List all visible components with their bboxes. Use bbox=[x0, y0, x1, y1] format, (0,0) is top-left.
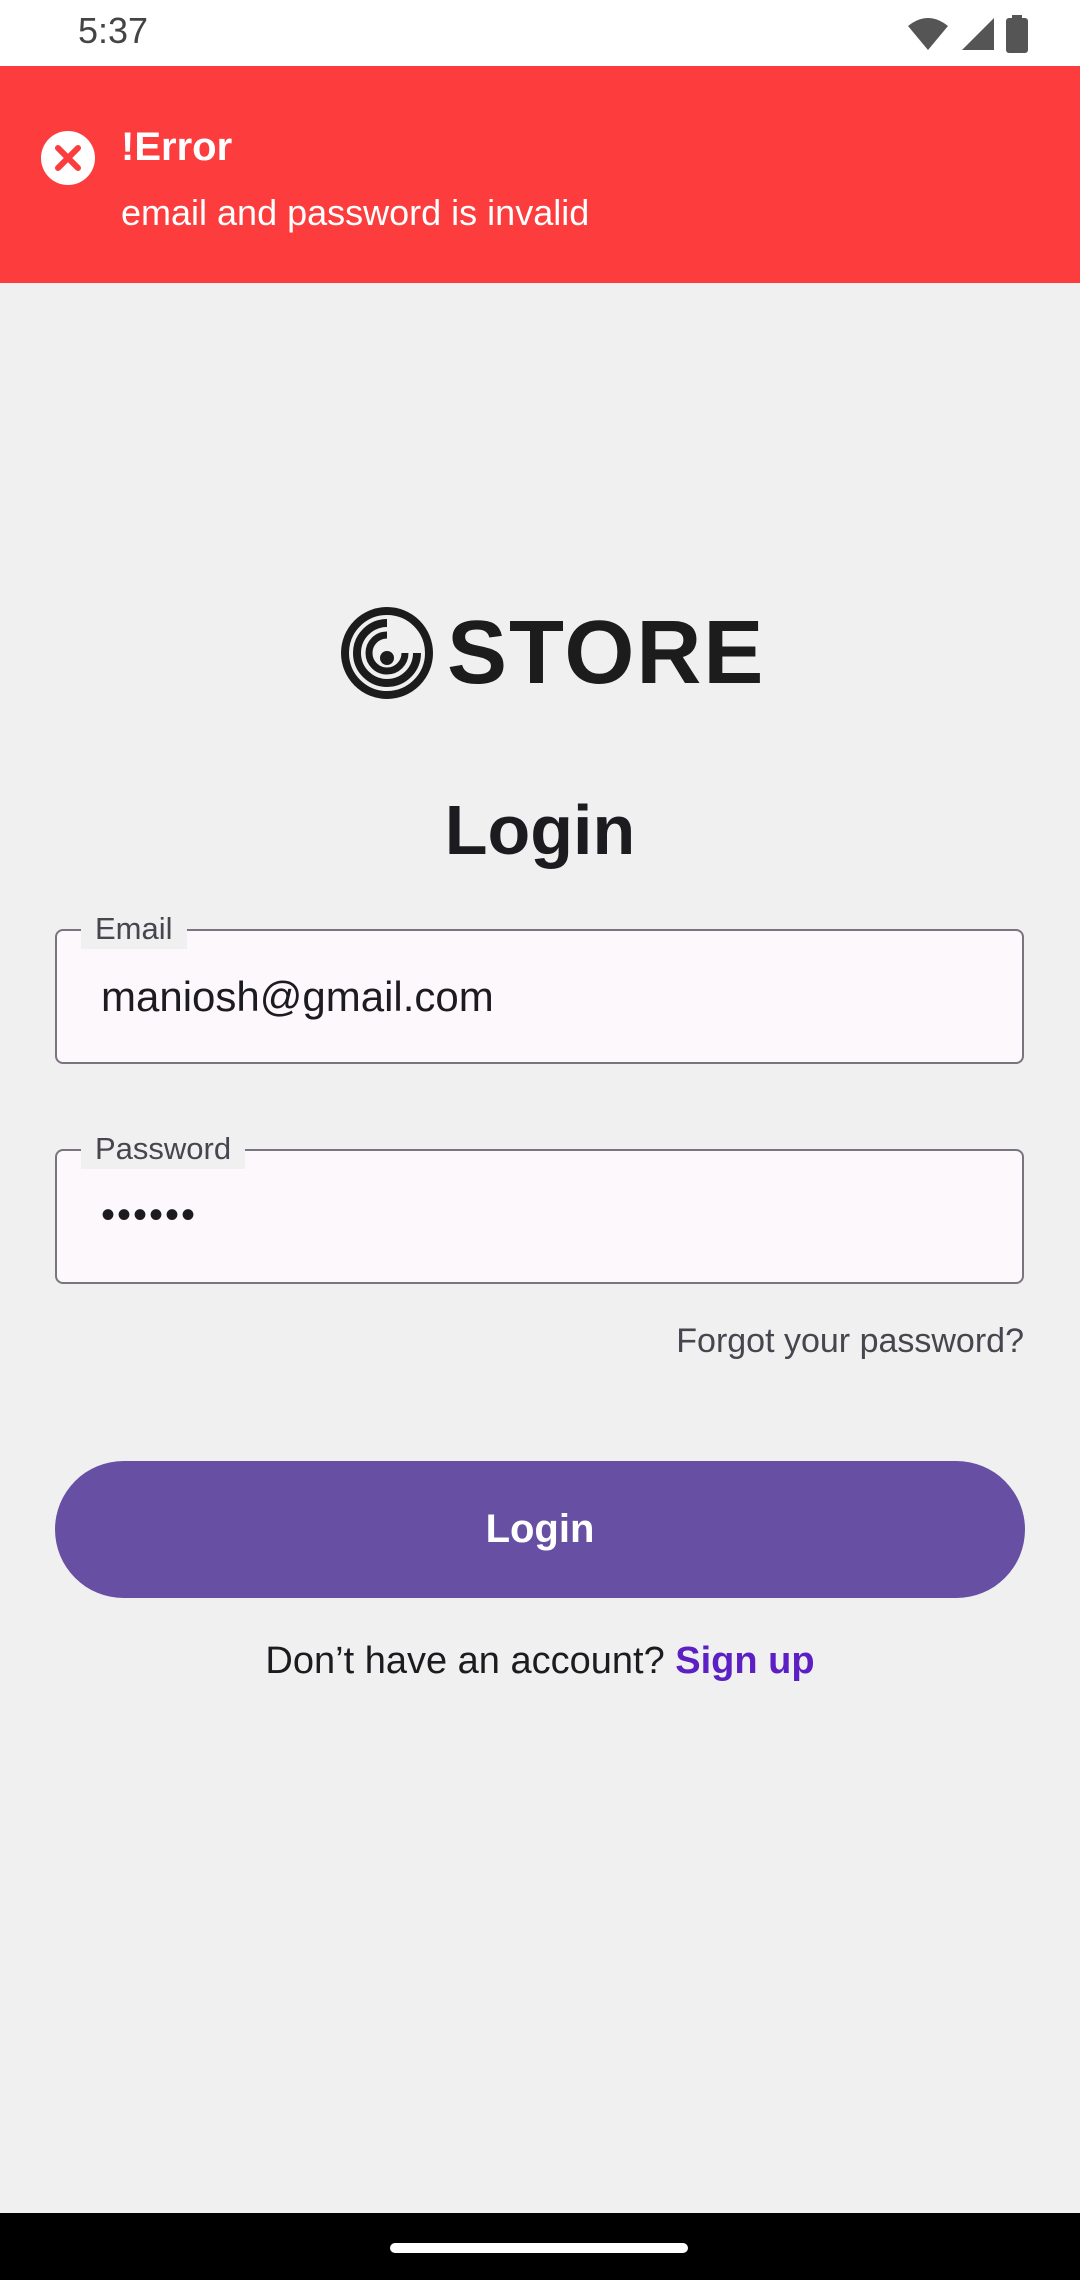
store-logo: STORE bbox=[341, 605, 765, 701]
signal-icon bbox=[962, 18, 994, 50]
login-button[interactable]: Login bbox=[55, 1461, 1025, 1598]
password-field[interactable]: Password •••••• bbox=[55, 1129, 1024, 1284]
home-gesture-handle[interactable] bbox=[390, 2243, 688, 2253]
password-input[interactable]: •••••• bbox=[101, 1193, 981, 1238]
navigation-bar bbox=[0, 2213, 1080, 2280]
forgot-password-link[interactable]: Forgot your password? bbox=[676, 1322, 1024, 1361]
signup-row: Don’t have an account? Sign up bbox=[0, 1640, 1080, 1683]
status-time: 5:37 bbox=[78, 10, 149, 51]
signup-link[interactable]: Sign up bbox=[675, 1640, 814, 1682]
status-bar: 5:37 bbox=[0, 0, 1080, 66]
signup-prompt: Don’t have an account? bbox=[265, 1640, 665, 1682]
battery-icon bbox=[1006, 15, 1028, 53]
login-button-label: Login bbox=[485, 1507, 595, 1551]
login-screen: 5:37 !Error email and password is invali… bbox=[0, 0, 1080, 2280]
error-message: email and password is invalid bbox=[121, 192, 590, 233]
email-field[interactable]: Email maniosh@gmail.com bbox=[55, 909, 1024, 1064]
password-field-label: Password bbox=[81, 1129, 246, 1169]
email-input[interactable]: maniosh@gmail.com bbox=[101, 973, 981, 1021]
error-title: !Error bbox=[121, 125, 233, 169]
status-icons bbox=[906, 14, 1028, 54]
error-banner bbox=[0, 66, 1080, 283]
wifi-icon bbox=[908, 18, 948, 50]
swirl-logo-icon bbox=[341, 607, 433, 699]
page-title: Login bbox=[444, 791, 636, 869]
email-field-label: Email bbox=[81, 909, 187, 949]
close-circle-icon[interactable] bbox=[40, 130, 96, 186]
logo-text: STORE bbox=[447, 603, 766, 703]
